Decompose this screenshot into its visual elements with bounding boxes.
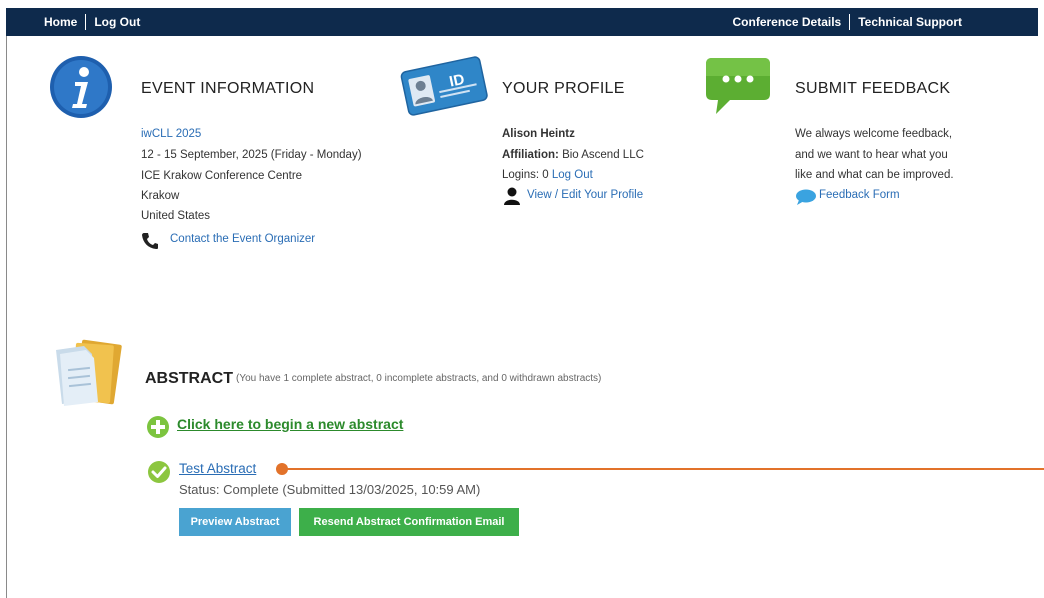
abstract-item-title-link[interactable]: Test Abstract bbox=[179, 461, 256, 476]
edit-profile-link[interactable]: View / Edit Your Profile bbox=[527, 189, 643, 201]
profile-logout-link[interactable]: Log Out bbox=[552, 169, 593, 181]
feedback-form-link[interactable]: Feedback Form bbox=[819, 189, 900, 201]
profile-name: Alison Heintz bbox=[502, 128, 575, 140]
abstract-summary: (You have 1 complete abstract, 0 incompl… bbox=[236, 373, 602, 384]
chat-bubble-icon bbox=[706, 58, 770, 114]
event-venue: ICE Krakow Conference Centre bbox=[141, 170, 303, 182]
profile-affiliation: Affiliation: Bio Ascend LLC bbox=[502, 149, 644, 161]
nav-separator bbox=[85, 14, 87, 30]
abstract-status: Status: Complete (Submitted 13/03/2025, … bbox=[179, 482, 481, 497]
feedback-title: SUBMIT FEEDBACK bbox=[795, 80, 951, 97]
event-dates: 12 - 15 September, 2025 (Friday - Monday… bbox=[141, 149, 362, 161]
affiliation-value: Bio Ascend LLC bbox=[562, 149, 644, 161]
top-nav-left: Home Log Out bbox=[44, 8, 140, 36]
contact-organizer-wrapper: Contact the Event Organizer bbox=[170, 233, 315, 245]
contact-organizer-link[interactable]: Contact the Event Organizer bbox=[170, 233, 315, 245]
event-info-title: EVENT INFORMATION bbox=[141, 80, 315, 97]
edit-profile-wrapper: View / Edit Your Profile bbox=[527, 189, 643, 201]
top-nav-bar: Home Log Out Conference Details Technica… bbox=[6, 8, 1038, 36]
plus-circle-icon[interactable] bbox=[146, 415, 170, 439]
user-icon bbox=[504, 187, 520, 205]
speech-bubble-icon bbox=[796, 189, 816, 205]
feedback-text-line3: like and what can be improved. bbox=[795, 169, 954, 181]
event-city: Krakow bbox=[141, 190, 180, 202]
feedback-form-wrapper: Feedback Form bbox=[819, 189, 900, 201]
callout-dot bbox=[276, 463, 288, 475]
event-country: United States bbox=[141, 210, 211, 222]
info-icon bbox=[50, 56, 112, 118]
documents-icon bbox=[56, 339, 122, 406]
phone-icon bbox=[142, 233, 158, 249]
affiliation-label: Affiliation: bbox=[502, 149, 559, 161]
feedback-text-line2: and we want to hear what you bbox=[795, 149, 948, 161]
logins-count: Logins: 0 bbox=[502, 169, 549, 181]
nav-technical-support-link[interactable]: Technical Support bbox=[858, 15, 962, 29]
profile-title: YOUR PROFILE bbox=[502, 80, 625, 97]
profile-logins: Logins: 0 Log Out bbox=[502, 169, 593, 181]
abstract-title: ABSTRACT bbox=[145, 370, 233, 387]
preview-abstract-button[interactable]: Preview Abstract bbox=[179, 508, 291, 536]
callout-line bbox=[284, 468, 1044, 470]
nav-separator bbox=[849, 14, 851, 30]
top-nav-right: Conference Details Technical Support bbox=[733, 8, 962, 36]
page-left-border bbox=[6, 8, 7, 598]
id-card-icon: ID bbox=[400, 56, 488, 116]
nav-logout-link[interactable]: Log Out bbox=[94, 15, 140, 29]
new-abstract-link[interactable]: Click here to begin a new abstract bbox=[177, 416, 403, 432]
feedback-text-line1: We always welcome feedback, bbox=[795, 128, 953, 140]
nav-home-link[interactable]: Home bbox=[44, 15, 77, 29]
resend-confirmation-button[interactable]: Resend Abstract Confirmation Email bbox=[299, 508, 519, 536]
nav-conference-details-link[interactable]: Conference Details bbox=[733, 15, 842, 29]
check-circle-icon bbox=[148, 461, 170, 483]
event-name-link[interactable]: iwCLL 2025 bbox=[141, 128, 201, 140]
event-name[interactable]: iwCLL 2025 bbox=[141, 128, 201, 140]
